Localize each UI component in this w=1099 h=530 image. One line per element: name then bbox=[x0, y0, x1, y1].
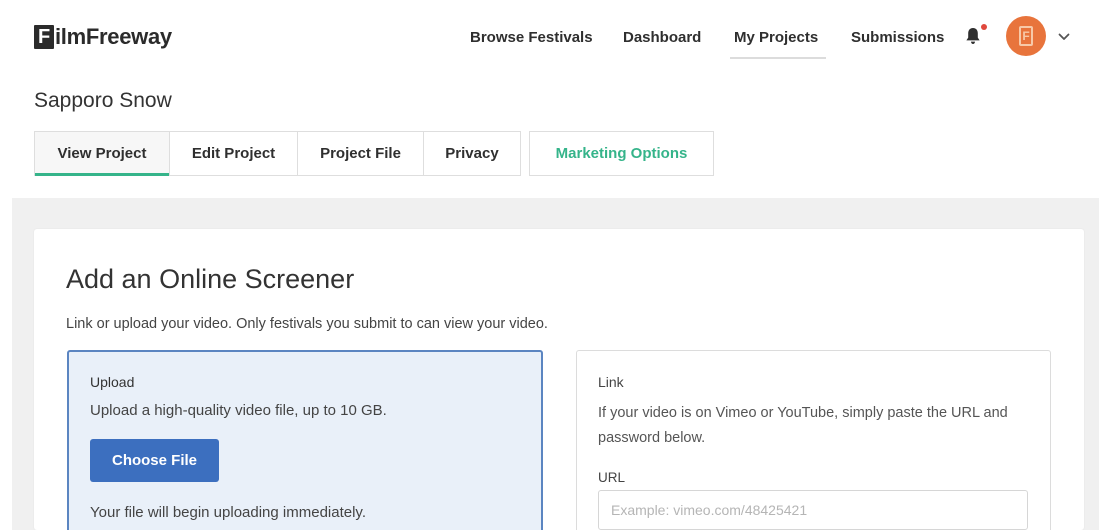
choose-file-button[interactable]: Choose File bbox=[90, 439, 219, 482]
project-tabs: View Project Edit Project Project File P… bbox=[34, 131, 714, 176]
top-header: F ilmFreeway Browse Festivals Dashboard … bbox=[12, 0, 1099, 72]
nav-active-indicator bbox=[730, 57, 826, 59]
link-description: If your video is on Vimeo or YouTube, si… bbox=[598, 405, 1008, 446]
upload-label: Upload bbox=[90, 374, 135, 390]
screener-description: Link or upload your video. Only festival… bbox=[66, 316, 548, 332]
screener-title: Add an Online Screener bbox=[66, 264, 355, 294]
chevron-down-icon[interactable] bbox=[1058, 33, 1070, 41]
link-label: Link bbox=[598, 374, 624, 390]
project-title: Sapporo Snow bbox=[34, 89, 172, 112]
notification-dot bbox=[981, 24, 987, 30]
logo-mark: F bbox=[34, 25, 54, 49]
bell-icon[interactable] bbox=[965, 27, 981, 45]
url-input[interactable] bbox=[598, 490, 1028, 530]
avatar[interactable]: F bbox=[1006, 16, 1046, 56]
url-label: URL bbox=[598, 470, 626, 485]
nav-submissions[interactable]: Submissions bbox=[851, 29, 944, 46]
avatar-initial: F bbox=[1019, 26, 1033, 46]
tab-view-project[interactable]: View Project bbox=[34, 131, 170, 176]
logo-text: ilmFreeway bbox=[55, 24, 172, 49]
nav-browse-festivals[interactable]: Browse Festivals bbox=[470, 29, 593, 46]
app-window: F ilmFreeway Browse Festivals Dashboard … bbox=[12, 0, 1099, 530]
filmfreeway-logo[interactable]: F ilmFreeway bbox=[34, 24, 172, 50]
upload-description: Upload a high-quality video file, up to … bbox=[90, 402, 387, 419]
nav-dashboard[interactable]: Dashboard bbox=[623, 29, 701, 46]
tab-privacy[interactable]: Privacy bbox=[424, 131, 521, 176]
upload-note: Your file will begin uploading immediate… bbox=[90, 504, 366, 521]
tab-marketing-options[interactable]: Marketing Options bbox=[529, 131, 714, 176]
tab-project-file[interactable]: Project File bbox=[298, 131, 424, 176]
tab-edit-project[interactable]: Edit Project bbox=[170, 131, 298, 176]
nav-my-projects[interactable]: My Projects bbox=[734, 29, 818, 46]
